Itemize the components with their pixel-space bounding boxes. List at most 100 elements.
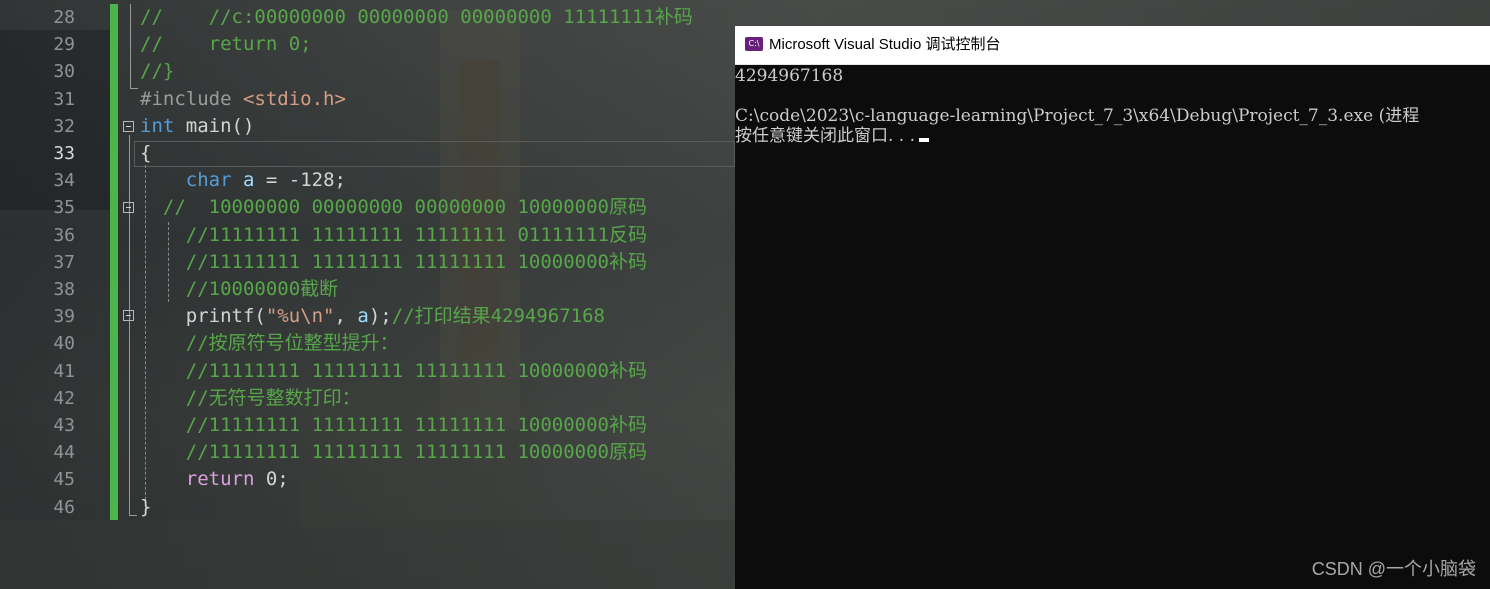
code-token: printf(: [140, 305, 266, 328]
code-text: // //c:00000000 00000000 00000000 111111…: [140, 4, 693, 31]
code-token: }: [140, 495, 152, 518]
line-number: 45: [53, 469, 75, 491]
code-text: // return 0;: [140, 31, 312, 58]
code-line[interactable]: 34 char a = -128;: [0, 167, 735, 194]
code-text: char a = -128;: [140, 167, 346, 194]
line-number: 44: [53, 442, 75, 464]
code-token: a: [242, 169, 255, 192]
line-number: 43: [53, 415, 75, 436]
code-text: // 10000000 00000000 00000000 10000000原码: [140, 194, 647, 221]
code-token: "%u\n": [265, 305, 335, 328]
code-token: a: [357, 305, 369, 328]
code-token: // return 0;: [140, 33, 312, 56]
line-number: 30: [53, 61, 75, 83]
code-text: //11111111 11111111 11111111 01111111反码: [140, 222, 647, 249]
code-text: printf("%u\n", a);//打印结果4294967168: [140, 303, 605, 330]
code-text: //}: [140, 58, 174, 85]
process-exit-line: C:\code\2023\c-language-learning\Project…: [735, 106, 1420, 126]
code-token: main(): [174, 114, 255, 137]
line-number: 29: [53, 34, 75, 56]
code-token: //11111111 11111111 11111111 01111111反码: [140, 223, 647, 246]
code-token: //10000000截断: [140, 278, 339, 300]
code-text: //11111111 11111111 11111111 10000000补码: [140, 249, 647, 276]
code-line[interactable]: 42 //无符号整数打印：: [0, 385, 735, 412]
code-text: //11111111 11111111 11111111 10000000补码: [140, 358, 647, 385]
code-token: {: [140, 142, 152, 164]
code-line[interactable]: 36 //11111111 11111111 11111111 01111111…: [0, 222, 735, 249]
code-line[interactable]: 40 //按原符号位整型提升：: [0, 330, 735, 357]
code-text: //11111111 11111111 11111111 10000000补码: [140, 412, 647, 439]
code-token: return: [185, 468, 255, 491]
code-token: #include: [140, 87, 243, 110]
code-line[interactable]: 29 // return 0;: [0, 31, 735, 58]
line-number: 40: [53, 333, 75, 355]
code-line[interactable]: 44 //11111111 11111111 11111111 10000000…: [0, 439, 735, 466]
close-prompt-line: 按任意键关闭此窗口. . .: [735, 126, 930, 146]
code-line[interactable]: 43 //11111111 11111111 11111111 10000000…: [0, 412, 735, 439]
code-line[interactable]: 32 int main(): [0, 113, 735, 140]
line-number: 32: [53, 115, 75, 137]
code-token: //11111111 11111111 11111111 10000000补码: [140, 250, 647, 273]
code-line[interactable]: 46}: [0, 494, 735, 521]
code-token: = -128;: [254, 169, 346, 192]
code-line[interactable]: 33 {: [0, 140, 735, 167]
code-token: ,: [334, 305, 358, 328]
code-token: 0;: [254, 468, 289, 491]
console-title: Microsoft Visual Studio 调试控制台: [769, 36, 1001, 53]
line-number: 42: [53, 387, 75, 409]
code-token: int: [140, 114, 175, 137]
code-line[interactable]: 28 // //c:00000000 00000000 00000000 1111…: [0, 4, 735, 31]
code-line[interactable]: 45 return 0;: [0, 466, 735, 493]
code-text: //10000000截断: [140, 276, 338, 303]
code-token: );: [368, 305, 392, 328]
code-line[interactable]: 30 //}: [0, 58, 735, 85]
code-text: int main(): [140, 113, 254, 140]
code-line[interactable]: 31 #include <stdio.h>: [0, 86, 735, 113]
line-number: 37: [53, 251, 75, 273]
code-editor[interactable]: 28 // //c:00000000 00000000 00000000 1111…: [0, 0, 735, 589]
code-line[interactable]: 41 //11111111 11111111 11111111 10000000…: [0, 358, 735, 385]
debug-console-window[interactable]: C:\ Microsoft Visual Studio 调试控制台 429496…: [735, 26, 1490, 589]
code-token: //无符号整数打印：: [140, 386, 361, 409]
line-number: 35: [53, 197, 75, 219]
code-line[interactable]: 38 //10000000截断: [0, 276, 735, 303]
code-token: <stdio.h>: [242, 87, 346, 110]
code-line[interactable]: 37 //11111111 11111111 11111111 10000000…: [0, 249, 735, 276]
line-number: 36: [53, 224, 75, 246]
code-line[interactable]: 39 printf("%u\n", a);//打印结果4294967168: [0, 303, 735, 330]
code-line[interactable]: 35 // 10000000 00000000 00000000 1000000…: [0, 194, 735, 221]
line-number: 28: [53, 7, 75, 28]
code-token: //按原符号位整型提升：: [140, 332, 399, 355]
line-number: 38: [53, 279, 75, 300]
console-titlebar[interactable]: C:\ Microsoft Visual Studio 调试控制台: [735, 26, 1490, 65]
program-output: 4294967168: [735, 66, 844, 86]
line-number: 39: [53, 306, 75, 328]
screenshot-root: 28 // //c:00000000 00000000 00000000 1111…: [0, 0, 1490, 589]
code-token: // //c:00000000 00000000 00000000 111111…: [140, 6, 693, 28]
code-text: //无符号整数打印：: [140, 385, 361, 412]
csdn-watermark: CSDN @一个小脑袋: [1311, 559, 1476, 579]
line-number: 31: [53, 88, 75, 110]
code-text: }: [140, 494, 151, 521]
code-token: char: [185, 169, 232, 192]
text-cursor: [919, 138, 930, 142]
visual-studio-icon: C:\: [745, 37, 763, 51]
code-token: //11111111 11111111 11111111 10000000补码: [140, 359, 647, 382]
code-text: //11111111 11111111 11111111 10000000原码: [140, 439, 647, 466]
code-token: //}: [140, 60, 175, 83]
code-text: {: [140, 140, 151, 167]
code-token: //11111111 11111111 11111111 10000000原码: [140, 441, 647, 464]
code-text: return 0;: [140, 466, 289, 493]
code-token: //打印结果4294967168: [391, 305, 605, 328]
code-text: #include <stdio.h>: [140, 86, 346, 113]
console-output[interactable]: 4294967168 C:\code\2023\c-language-learn…: [735, 64, 1490, 164]
line-number: 34: [53, 170, 75, 192]
close-prompt: 按任意键关闭此窗口. . .: [735, 126, 916, 146]
line-number: 41: [53, 360, 75, 382]
line-number: 33: [53, 143, 75, 164]
line-number: 46: [53, 496, 75, 518]
code-token: // 10000000 00000000 00000000 10000000原码: [140, 196, 647, 219]
code-text: //按原符号位整型提升：: [140, 330, 399, 357]
